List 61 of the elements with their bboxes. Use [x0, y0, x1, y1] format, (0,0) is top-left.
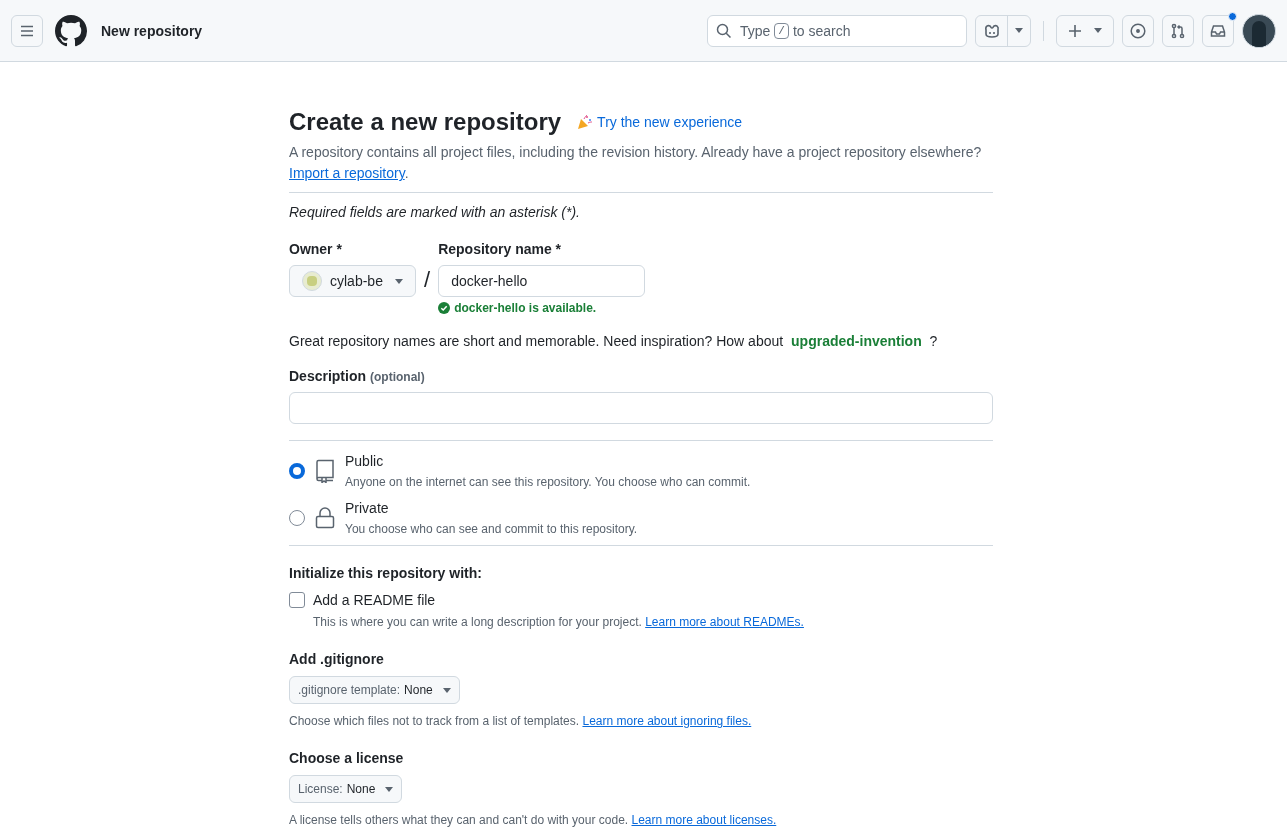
create-button[interactable]	[1056, 14, 1114, 47]
section-heading: Choose a license	[289, 749, 405, 769]
template-dropdown[interactable]: License: None	[289, 775, 403, 804]
search-field[interactable]: Type / to search	[707, 14, 967, 47]
optional-hint: (optional)	[370, 369, 425, 386]
search-hint: Type	[740, 21, 771, 41]
name-suggestion: Great repository names are short and memorable. Need inspiration? How about upgraded-invention ?	[289, 331, 939, 352]
book-icon	[315, 458, 335, 483]
option-label: Private	[345, 499, 390, 519]
readme-docs-link[interactable]: Learn more about READMEs.	[645, 615, 804, 630]
check-circle-icon	[438, 302, 451, 315]
checkbox-label: Add a README file	[313, 591, 436, 611]
caret-icon	[385, 786, 394, 792]
option-label: Public	[345, 452, 385, 472]
field-label: Description	[289, 367, 366, 387]
template-dropdown[interactable]: .gitignore template: None	[289, 676, 460, 705]
page-title: New repository	[101, 21, 203, 41]
intro-text: A repository contains all project files, including the revision history. Already have a project repository elsewhere? Import a repository.	[289, 143, 983, 184]
readme-help: This is where you can write a long description for your project. Learn more about READMEs.	[313, 614, 805, 631]
pull-request-icon	[1170, 22, 1186, 39]
docs-link[interactable]: Learn more about licenses.	[631, 813, 777, 828]
search-icon	[716, 22, 732, 39]
search-hint: to search	[792, 21, 851, 41]
issues-button[interactable]	[1122, 14, 1154, 47]
caret-icon	[395, 278, 403, 284]
shortcut-key: /	[774, 22, 789, 39]
radio-button[interactable]	[289, 462, 305, 479]
dropdown-help: A license tells others what they can and can't do with your code. Learn more about licenses.	[289, 812, 778, 829]
caret-icon	[1094, 28, 1102, 33]
field-label: Repository name *	[438, 240, 563, 260]
try-new-link[interactable]: Try the new experience	[577, 112, 743, 133]
required-note: Required fields are marked with an asterisk (*).	[289, 203, 581, 223]
menu-button[interactable]	[11, 14, 43, 47]
org-avatar	[302, 271, 322, 292]
party-popper-icon	[577, 114, 594, 131]
section-heading: Add .gitignore	[289, 650, 385, 670]
slash-separator: /	[424, 266, 431, 295]
page-heading: Create a new repository	[289, 107, 562, 137]
dropdown-help: Choose which files not to track from a list of templates. Learn more about ignoring files.	[289, 713, 753, 730]
section-heading: Initialize this repository with:	[289, 564, 483, 584]
plus-icon	[1068, 23, 1082, 38]
option-help: You choose who can see and commit to this repository.	[345, 521, 638, 538]
owner-dropdown[interactable]: cylab-be	[289, 265, 416, 298]
field-label: Owner *	[289, 240, 343, 260]
cat-logo-icon[interactable]	[55, 14, 87, 47]
option-help: Anyone on the internet can see this repository. You choose who can commit.	[345, 474, 751, 491]
robot-icon	[982, 22, 1001, 39]
availability-message: docker-hello is available.	[438, 300, 646, 317]
pull-requests-button[interactable]	[1162, 14, 1194, 47]
inbox-icon	[1210, 22, 1226, 39]
circle-dot-icon	[1130, 22, 1146, 39]
description-input[interactable]	[289, 392, 993, 425]
caret-icon	[442, 687, 451, 693]
caret-icon	[1015, 28, 1023, 33]
import-link[interactable]: Import a repository	[289, 165, 405, 182]
avatar[interactable]	[1242, 13, 1276, 48]
repo-name-input[interactable]: docker-hello	[438, 265, 646, 298]
checkbox[interactable]	[289, 592, 305, 609]
lock-icon	[315, 505, 335, 530]
docs-link[interactable]: Learn more about ignoring files.	[582, 714, 752, 729]
suggested-name-link[interactable]: upgraded-invention	[791, 331, 922, 352]
